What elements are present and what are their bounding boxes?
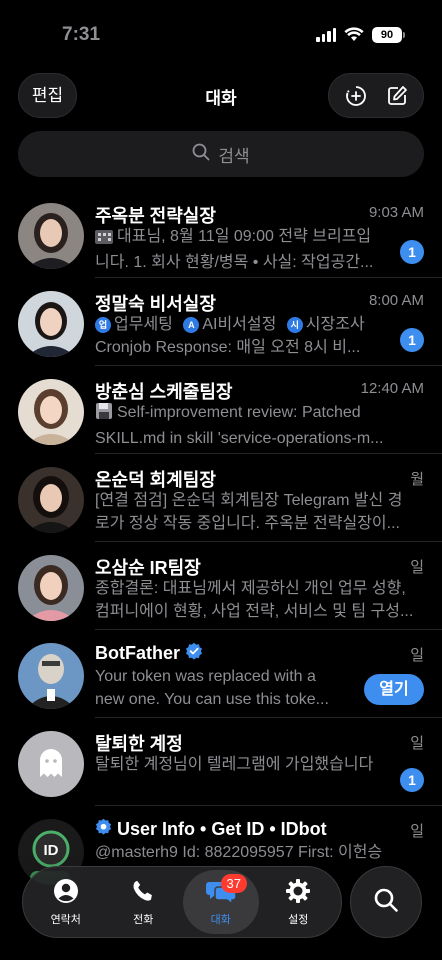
chat-time: 일 [410, 735, 424, 752]
avatar [18, 203, 84, 269]
chat-name-text: User Info • Get ID • IDbot [117, 818, 327, 839]
avatar [18, 467, 84, 533]
chat-preview: 탈퇴한 계정님이 텔레그램에 가입했습니다 [95, 754, 389, 800]
chat-preview-line2: 컴퍼니에이 현황, 사업 전략, 서비스 및 팀 구성... [95, 602, 414, 620]
tab-label: 대화 [210, 913, 231, 926]
tag-icon: 업 [95, 317, 111, 333]
avatar [18, 731, 84, 797]
office-icon [95, 228, 113, 252]
chat-preview-line1: 대표님, 8월 11일 09:00 전략 브리프입 [117, 228, 372, 245]
unread-badge: 1 [400, 768, 424, 792]
chat-preview-line1: 종합결론: 대표님께서 제공하신 개인 업무 성향, [95, 580, 406, 597]
chat-preview: [연결 점검] 온순덕 회계팀장 Telegram 발신 경 로가 정상 작동 … [95, 490, 425, 536]
chat-row[interactable]: 탈퇴한 계정 일 탈퇴한 계정님이 텔레그램에 가입했습니다 1 [0, 718, 442, 806]
chat-preview-line1: Your token was replaced with a [95, 668, 316, 685]
ghost-icon [18, 731, 84, 797]
search-icon [192, 143, 210, 166]
avatar [18, 555, 84, 621]
chat-name: BotFather [95, 642, 203, 665]
tag-icon: A [183, 317, 200, 333]
chat-name: 방춘심 스케줄팀장 [95, 382, 233, 402]
search-icon [373, 887, 399, 918]
status-time: 7:31 [62, 24, 101, 45]
unread-count-badge: 37 [220, 874, 247, 893]
tab-label: 전화 [133, 913, 154, 926]
avatar [18, 379, 84, 445]
new-story-icon[interactable] [344, 84, 368, 108]
gear-badge-icon [95, 818, 112, 840]
chat-preview-line2: new one. You can use this toke... [95, 690, 329, 708]
search-placeholder: 검색 [218, 146, 250, 166]
chat-name: 정말숙 비서실장 [95, 294, 216, 314]
chat-time: 12:40 AM [360, 380, 424, 397]
chat-preview-line2: SKILL.md in skill 'service-operations-m.… [95, 429, 384, 447]
chat-time: 월 [410, 471, 424, 488]
chat-preview: Your token was replaced with a new one. … [95, 666, 389, 712]
status-bar: 7:31 90 [0, 0, 442, 70]
search-bar[interactable]: 검색 [18, 131, 424, 177]
chat-row[interactable]: 주옥분 전략실장 9:03 AM 대표님, 8월 11일 09:00 전략 브리… [0, 190, 442, 278]
chat-time: 일 [410, 647, 424, 664]
floppy-disk-icon [95, 402, 113, 428]
chat-row[interactable]: BotFather 일 Your token was replaced with… [0, 630, 442, 718]
tab-settings[interactable]: 설정 [260, 870, 336, 934]
chat-name: User Info • Get ID • IDbot [95, 818, 327, 840]
chat-row[interactable]: 온순덕 회계팀장 월 [연결 점검] 온순덕 회계팀장 Telegram 발신 … [0, 454, 442, 542]
tab-bar: 연락처 전화 대화 37 설정 [22, 866, 342, 938]
header-actions [328, 73, 424, 118]
chat-preview-line1: 탈퇴한 계정님이 텔레그램에 가입했습니다 [95, 756, 374, 773]
avatar [18, 291, 84, 357]
chat-row[interactable]: 방춘심 스케줄팀장 12:40 AM Self-improvement revi… [0, 366, 442, 454]
chat-preview-line2: 로가 정상 작동 중입니다. 주옥분 전략실장이... [95, 514, 400, 532]
chat-time: 일 [410, 559, 424, 576]
chat-name: 탈퇴한 계정 [95, 734, 183, 754]
chat-row[interactable]: 정말숙 비서실장 8:00 AM 업 업무세팅 A AI비서설정 시 시장조사 Cro… [0, 278, 442, 366]
chat-preview: 대표님, 8월 11일 09:00 전략 브리프입 니다. 1. 회사 현황/병… [95, 226, 389, 272]
tab-contacts[interactable]: 연락처 [28, 870, 104, 934]
chat-row[interactable]: 오삼순 IR팀장 일 종합결론: 대표님께서 제공하신 개인 업무 성향, 컴퍼… [0, 542, 442, 630]
compose-icon[interactable] [385, 84, 409, 108]
tab-calls[interactable]: 전화 [105, 870, 181, 934]
tab-chats[interactable]: 대화 37 [182, 870, 259, 934]
tag-label: AI비서설정 [202, 316, 277, 333]
tag-icon: 시 [286, 317, 303, 333]
search-button[interactable] [350, 866, 422, 938]
tag-label: 업무세팅 [114, 316, 173, 333]
tab-label: 설정 [288, 913, 309, 926]
unread-badge: 1 [400, 328, 424, 352]
chat-name: 온순덕 회계팀장 [95, 470, 216, 490]
chat-time: 9:03 AM [368, 204, 424, 221]
chat-preview-line1: [연결 점검] 온순덕 회계팀장 Telegram 발신 경 [95, 492, 403, 509]
wifi-icon [344, 26, 364, 47]
chat-preview-line2: 니다. 1. 회사 현황/병목 • 사실: 작업공간... [95, 253, 374, 271]
phone-icon [130, 878, 156, 907]
tag-label: 시장조사 [305, 316, 365, 333]
person-icon [53, 878, 79, 907]
unread-badge: 1 [400, 240, 424, 264]
gear-icon [285, 878, 311, 907]
tab-label: 연락처 [50, 913, 81, 926]
chat-preview-line2: Cronjob Response: 매일 오전 8시 비... [95, 338, 361, 356]
chat-name: 오삼순 IR팀장 [95, 558, 201, 578]
chat-preview: 업 업무세팅 A AI비서설정 시 시장조사 Cronjob Response: 매일… [95, 314, 389, 360]
open-button[interactable]: 열기 [364, 674, 424, 705]
avatar [18, 643, 84, 709]
chat-time: 8:00 AM [368, 292, 424, 309]
battery-level: 90 [372, 27, 402, 43]
verified-icon [185, 642, 203, 665]
cellular-signal-icon [316, 28, 336, 42]
chat-preview: 종합결론: 대표님께서 제공하신 개인 업무 성향, 컴퍼니에이 현황, 사업 … [95, 578, 425, 624]
chat-name-text: BotFather [95, 643, 180, 663]
chat-preview: Self-improvement review: Patched SKILL.m… [95, 402, 425, 448]
chat-name: 주옥분 전략실장 [95, 206, 216, 226]
chat-preview-line1: Self-improvement review: Patched [117, 404, 361, 421]
chat-time: 일 [410, 823, 424, 840]
chat-list: 주옥분 전략실장 9:03 AM 대표님, 8월 11일 09:00 전략 브리… [0, 190, 442, 894]
